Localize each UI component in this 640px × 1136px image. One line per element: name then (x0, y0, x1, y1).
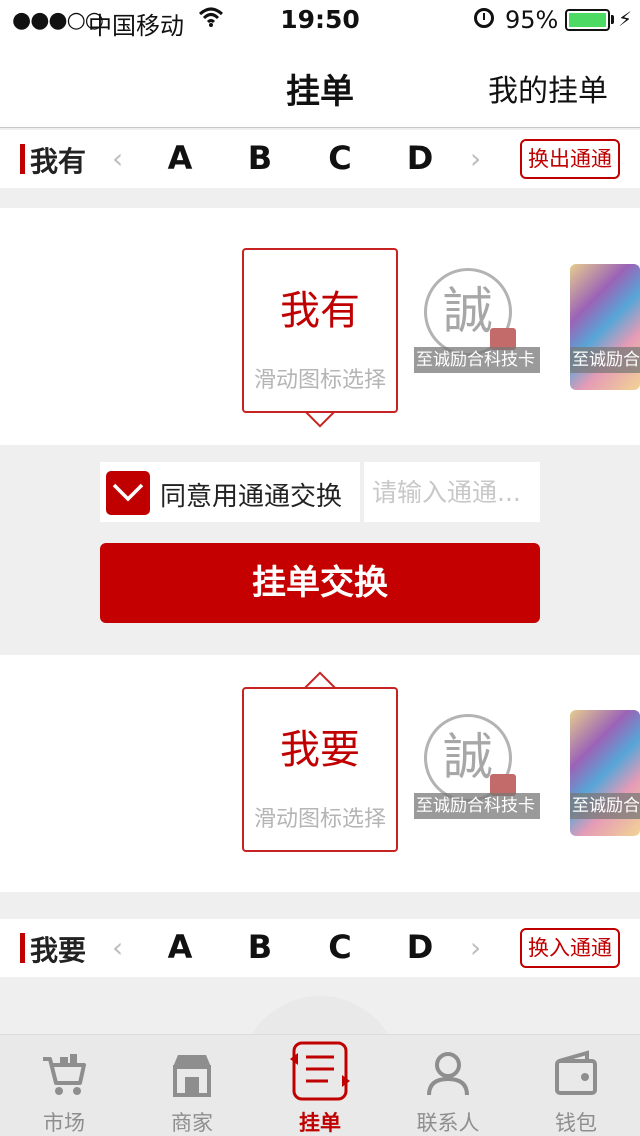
order-exchange-icon (288, 1037, 352, 1103)
tab-bar: 市场 商家 挂单 联系人 钱包 (0, 1034, 640, 1136)
battery-icon (565, 9, 610, 31)
exchange-in-button[interactable]: 换入通通 (520, 928, 620, 968)
section-marker (20, 933, 25, 963)
card-caption: 至诚励合 (570, 793, 640, 819)
tab-label: 钱包 (555, 1111, 597, 1135)
section-marker (20, 144, 25, 174)
alarm-icon (474, 8, 494, 28)
nav-bar: 挂单 我的挂单 (0, 40, 640, 128)
battery-cap (611, 15, 614, 24)
card-art-image[interactable]: 至诚励合 (570, 710, 640, 836)
have-picker[interactable]: 我有 滑动图标选择 (242, 248, 398, 413)
channel-amount-input[interactable] (364, 462, 540, 522)
filter-letter-b[interactable]: B (240, 139, 280, 177)
wallet-icon (551, 1049, 601, 1099)
agree-label: 同意用通通交换 (160, 482, 343, 512)
my-orders-button[interactable]: 我的挂单 (488, 66, 608, 110)
tab-wallet[interactable]: 钱包 (512, 1035, 640, 1136)
card-caption: 至诚励合科技卡 (414, 347, 540, 373)
filter-letter-d[interactable]: D (400, 139, 440, 177)
store-icon (167, 1049, 217, 1099)
submit-order-button[interactable]: 挂单交换 (100, 543, 540, 623)
filter-letter-c[interactable]: C (320, 928, 360, 966)
battery-percentage: 95% (505, 6, 559, 34)
picker-hint: 滑动图标选择 (253, 368, 386, 393)
contact-icon (423, 1049, 473, 1099)
card-caption: 至诚励合科技卡 (414, 793, 540, 819)
picker-title: 我有 (280, 288, 360, 334)
card-caption: 至诚励合 (570, 347, 640, 373)
want-selector: 我要 ‹ A B C D › 换入通通 (0, 919, 640, 977)
filter-letter-a[interactable]: A (160, 928, 200, 966)
agree-exchange-option[interactable]: 同意用通通交换 (100, 462, 360, 522)
exchange-out-button[interactable]: 换出通通 (520, 139, 620, 179)
filter-letter-a[interactable]: A (160, 139, 200, 177)
tab-contacts[interactable]: 联系人 (384, 1035, 512, 1136)
tab-label: 商家 (171, 1111, 213, 1135)
filter-letter-b[interactable]: B (240, 928, 280, 966)
next-arrow-icon[interactable]: › (470, 931, 481, 964)
card-thumbnail[interactable]: 誠 至诚励合科技卡 (414, 710, 540, 836)
filter-letter-d[interactable]: D (400, 928, 440, 966)
next-arrow-icon[interactable]: › (470, 142, 481, 175)
want-picker[interactable]: 我要 滑动图标选择 (242, 687, 398, 852)
tab-merchant[interactable]: 商家 (128, 1035, 256, 1136)
prev-arrow-icon[interactable]: ‹ (112, 931, 123, 964)
have-selector: 我有 ‹ A B C D › 换出通通 (0, 130, 640, 188)
cart-icon (39, 1049, 89, 1099)
tab-market[interactable]: 市场 (0, 1035, 128, 1136)
check-icon (112, 483, 144, 502)
picker-title: 我要 (280, 727, 360, 773)
filter-letter-c[interactable]: C (320, 139, 360, 177)
prev-arrow-icon[interactable]: ‹ (112, 142, 123, 175)
picker-hint: 滑动图标选择 (253, 807, 386, 832)
card-art-image[interactable]: 至诚励合 (570, 264, 640, 390)
tab-order[interactable]: 挂单 (256, 1035, 384, 1136)
card-thumbnail[interactable]: 誠 至诚励合科技卡 (414, 264, 540, 390)
have-label: 我有 (30, 145, 87, 178)
status-bar: ●●●○○ 中国移动 19:50 95% ⚡ (0, 0, 640, 40)
want-label: 我要 (30, 934, 87, 967)
tab-label: 挂单 (299, 1111, 341, 1135)
tab-label: 联系人 (416, 1111, 480, 1135)
charging-icon: ⚡ (618, 7, 633, 31)
agree-checkbox[interactable] (106, 471, 150, 515)
tab-label: 市场 (43, 1111, 85, 1135)
